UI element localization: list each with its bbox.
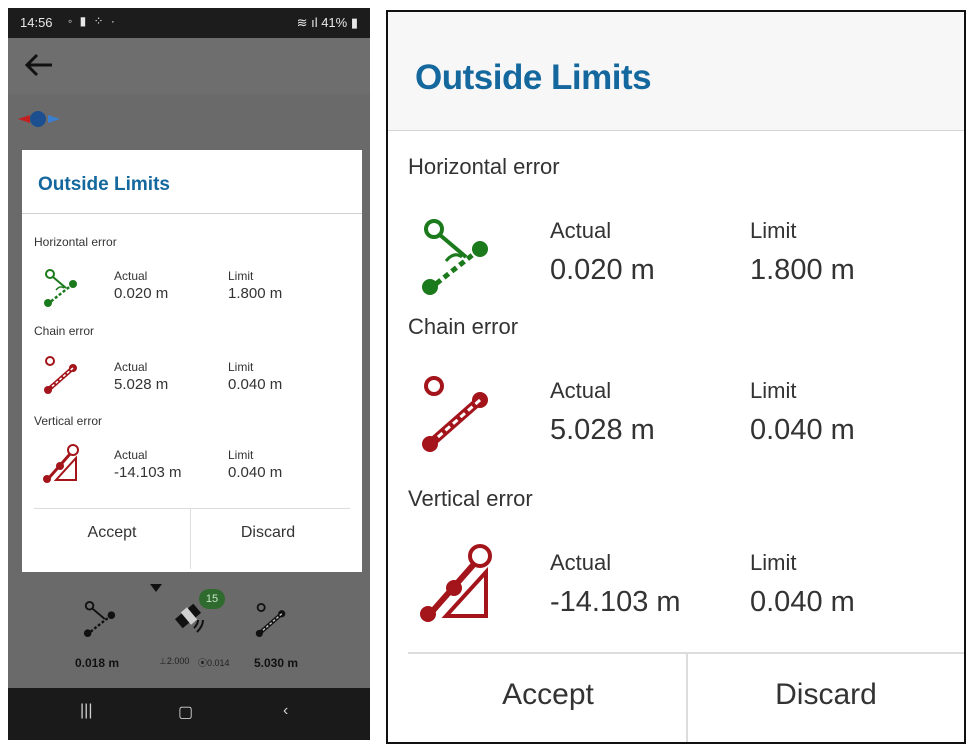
zoomed-chain-actual-label: Actual xyxy=(550,378,612,403)
vertical-error-label: Vertical error xyxy=(34,414,103,428)
back-nav-icon[interactable]: ‹ xyxy=(283,702,288,720)
vertical-error-icon xyxy=(43,444,79,483)
horizontal-precision-icon xyxy=(83,601,116,637)
compass-icon xyxy=(18,111,60,127)
chain-error-icon xyxy=(44,356,77,394)
zoomed-accept-button[interactable]: Accept xyxy=(448,678,648,712)
zoomed-chain-limit-value: 0.040 m xyxy=(750,414,855,446)
zoomed-button-separator xyxy=(686,654,688,742)
android-nav-bar: ||| ▢ ‹ xyxy=(8,688,370,740)
zoomed-title-divider xyxy=(388,130,964,131)
horizontal-actual-value: 0.020 m xyxy=(114,285,169,302)
chain-error-icon xyxy=(422,376,488,452)
back-arrow-icon[interactable] xyxy=(24,52,54,78)
chain-limit-label: Limit xyxy=(228,360,254,374)
horizontal-error-icon xyxy=(44,269,77,307)
dialog-title: Outside Limits xyxy=(38,174,170,195)
horizontal-limit-label: Limit xyxy=(228,269,254,283)
discard-button[interactable]: Discard xyxy=(208,524,328,542)
zoomed-horizontal-actual-value: 0.020 m xyxy=(550,254,655,286)
chain-actual-value: 5.028 m xyxy=(114,376,169,393)
battery-icon: ▮ xyxy=(347,15,358,30)
button-divider xyxy=(34,508,350,509)
zoomed-horizontal-actual-label: Actual xyxy=(550,218,612,243)
horizontal-error-label: Horizontal error xyxy=(34,235,117,249)
chain-limit-value: 0.040 m xyxy=(228,376,283,393)
status-bar: 14:56 ◦ ▮ ⁘ · ≋ ıl 41% ▮ xyxy=(8,8,370,38)
zoomed-vertical-limit-value: 0.040 m xyxy=(750,586,855,618)
zoomed-header: Outside Limits xyxy=(388,12,964,130)
chain-precision-value: 5.030 m xyxy=(254,656,299,670)
vertical-actual-value: -14.103 m xyxy=(114,464,182,481)
horizontal-actual-label: Actual xyxy=(114,269,148,283)
chain-precision-icon xyxy=(255,602,286,637)
recents-icon[interactable]: ||| xyxy=(80,702,92,720)
zoomed-horizontal-error-label: Horizontal error xyxy=(408,154,560,179)
pdop-value: ⦿0.014 xyxy=(198,658,230,668)
horizontal-limit-value: 1.800 m xyxy=(228,285,283,302)
horizontal-error-icon xyxy=(422,219,488,295)
vertical-limit-label: Limit xyxy=(228,448,254,462)
title-divider xyxy=(22,213,362,214)
app-bar xyxy=(8,38,370,94)
expand-triangle-icon[interactable] xyxy=(150,584,162,592)
wifi-signal-icon: ≋ ıl xyxy=(296,15,322,30)
zoomed-chain-error-label: Chain error xyxy=(408,314,519,339)
zoomed-discard-button[interactable]: Discard xyxy=(726,678,926,712)
notification-icons: ◦ ▮ ⁘ · xyxy=(68,14,117,28)
zoomed-chain-actual-value: 5.028 m xyxy=(550,414,655,446)
chain-error-label: Chain error xyxy=(34,324,95,338)
phone-screenshot: 14:56 ◦ ▮ ⁘ · ≋ ıl 41% ▮ Outside Limits … xyxy=(8,8,370,740)
vertical-error-icon xyxy=(420,544,492,622)
outside-limits-dialog: Outside Limits Horizontal error Actual 0… xyxy=(22,150,362,572)
zoomed-vertical-actual-value: -14.103 m xyxy=(550,586,681,618)
horizontal-precision-value: 0.018 m xyxy=(75,656,120,670)
zoomed-dialog: Outside Limits Horizontal error Actual 0… xyxy=(386,10,966,744)
zoomed-chain-limit-label: Limit xyxy=(750,378,797,403)
vertical-precision-value: ⊥2.000 xyxy=(159,656,190,666)
vertical-actual-label: Actual xyxy=(114,448,148,462)
vertical-limit-value: 0.040 m xyxy=(228,464,283,481)
zoomed-vertical-error-label: Vertical error xyxy=(408,486,533,511)
battery-indicator: ≋ ıl 41% ▮ xyxy=(296,15,358,30)
zoomed-horizontal-limit-value: 1.800 m xyxy=(750,254,855,286)
zoomed-vertical-limit-label: Limit xyxy=(750,550,797,575)
status-time: 14:56 xyxy=(20,15,53,30)
home-icon[interactable]: ▢ xyxy=(178,702,193,722)
chain-actual-label: Actual xyxy=(114,360,148,374)
button-separator xyxy=(190,509,191,569)
zoomed-dialog-title: Outside Limits xyxy=(415,58,652,97)
satellite-count-badge: 15 xyxy=(199,589,225,609)
zoomed-horizontal-limit-label: Limit xyxy=(750,218,797,243)
zoomed-vertical-actual-label: Actual xyxy=(550,550,612,575)
accept-button[interactable]: Accept xyxy=(52,524,172,542)
